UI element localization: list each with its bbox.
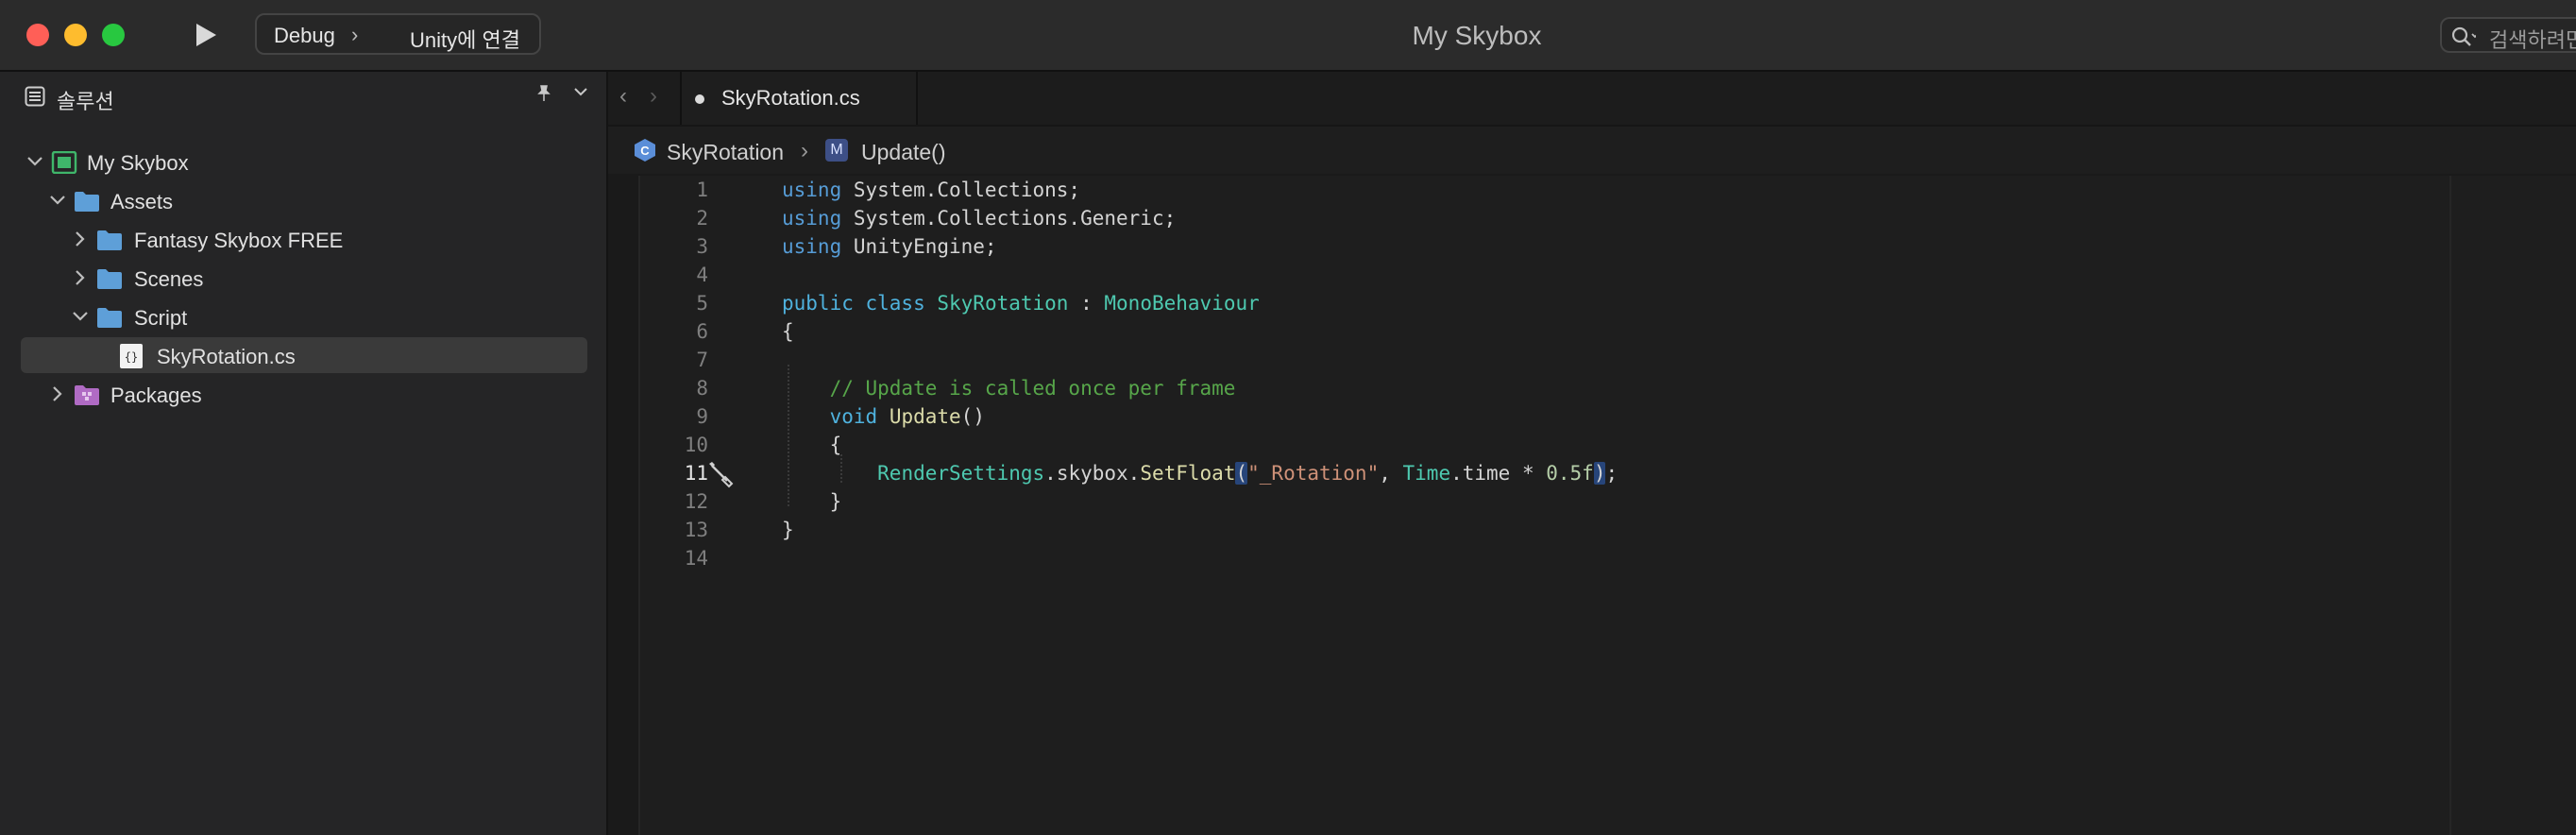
title-bar: Debug › Unity에 연결 My Skybox 검색하려면: [0, 0, 2576, 72]
code-line: using System.Collections;: [782, 179, 1081, 201]
tree-item-label: Fantasy Skybox FREE: [134, 229, 344, 252]
zoom-window-button[interactable]: [102, 24, 125, 46]
line-number: 1: [696, 179, 708, 201]
class-icon: C: [635, 139, 655, 162]
build-configuration-label[interactable]: Debug: [274, 24, 335, 48]
tree-item-label: My Skybox: [87, 151, 189, 175]
code-line-current: RenderSettings.skybox.SetFloat("_Rotatio…: [877, 462, 1618, 485]
minimize-window-button[interactable]: [64, 24, 87, 46]
folder-icon: [97, 230, 122, 250]
line-number: 14: [684, 547, 708, 570]
search-icon: [2451, 26, 2476, 46]
code-line: }: [782, 519, 794, 541]
quick-fix-wrench-icon[interactable]: [706, 460, 735, 488]
svg-text:{}: {}: [125, 350, 138, 364]
line-number: 7: [696, 349, 708, 371]
code-line: using UnityEngine;: [782, 235, 997, 258]
csharp-file-icon: {}: [120, 344, 143, 368]
chevron-right-icon[interactable]: [47, 383, 68, 404]
folder-icon: [75, 192, 99, 212]
breadcrumb-separator: ›: [801, 138, 808, 163]
unsaved-dot-icon: [695, 94, 704, 104]
code-line: using System.Collections.Generic;: [782, 207, 1177, 230]
chevron-down-icon[interactable]: [572, 83, 589, 106]
tree-item-label: Packages: [110, 383, 202, 407]
run-button[interactable]: [189, 19, 221, 51]
tab-bar: ‹ › SkyRotation.cs: [608, 72, 2576, 127]
code-line: {: [782, 320, 794, 343]
svg-text:C: C: [640, 144, 650, 158]
code-line: void Update(): [829, 405, 985, 428]
play-icon: [196, 24, 216, 46]
line-number: 2: [696, 207, 708, 230]
chevron-down-icon[interactable]: [47, 190, 68, 211]
chevron-right-icon: ›: [351, 23, 359, 46]
window-title: My Skybox: [1412, 21, 1542, 50]
search-placeholder: 검색하려면: [2489, 28, 2576, 52]
column-ruler: [2449, 176, 2451, 835]
tree-item-label: SkyRotation.cs: [157, 345, 296, 368]
chevron-down-icon[interactable]: [70, 306, 91, 327]
sidebar-header: 솔루션: [0, 72, 606, 125]
code-line: }: [782, 490, 842, 513]
nav-forward-button[interactable]: ›: [650, 83, 657, 110]
chevron-right-icon[interactable]: [70, 229, 91, 249]
editor-margin: [608, 176, 640, 835]
close-window-button[interactable]: [26, 24, 49, 46]
tab-label: SkyRotation.cs: [721, 86, 860, 110]
sidebar-title: 솔루션: [57, 90, 114, 113]
breadcrumb-method[interactable]: Update(): [861, 140, 945, 165]
line-number: 6: [696, 320, 708, 343]
pin-icon[interactable]: [536, 85, 551, 107]
tree-item-packages[interactable]: Packages: [21, 376, 587, 412]
line-number: 3: [696, 235, 708, 258]
solution-pad-icon: [25, 86, 45, 107]
folder-icon: [97, 308, 122, 328]
tree-item-script[interactable]: Script: [21, 298, 587, 334]
tree-item-assets[interactable]: Assets: [21, 182, 587, 218]
chevron-down-icon[interactable]: [25, 151, 45, 172]
nav-back-button[interactable]: ‹: [619, 83, 627, 110]
search-input[interactable]: 검색하려면: [2440, 17, 2576, 53]
tree-item-label: Scenes: [134, 267, 204, 291]
run-configuration-selector[interactable]: Debug › Unity에 연결: [255, 13, 541, 55]
breadcrumb-class[interactable]: SkyRotation: [667, 140, 784, 165]
solution-sidebar: 솔루션 My Skybox Assets Fantasy Skybox FREE: [0, 72, 608, 835]
tree-item-fantasy-skybox-free[interactable]: Fantasy Skybox FREE: [21, 221, 587, 257]
line-number: 5: [696, 292, 708, 315]
tree-item-skyrotation-cs[interactable]: {} SkyRotation.cs: [21, 337, 587, 373]
line-number: 9: [696, 405, 708, 428]
solution-icon: [51, 151, 77, 174]
code-editor: ‹ › SkyRotation.cs C SkyRotation › M Upd…: [608, 72, 2576, 835]
line-number: 12: [684, 490, 708, 513]
code-text-area[interactable]: using System.Collections; using System.C…: [782, 176, 2387, 835]
tree-item-scenes[interactable]: Scenes: [21, 260, 587, 296]
code-line: // Update is called once per frame: [782, 377, 1236, 400]
run-target-label[interactable]: Unity에 연결: [410, 24, 520, 54]
code-line: public class SkyRotation : MonoBehaviour: [782, 292, 1260, 315]
line-number: 13: [684, 519, 708, 541]
line-number-current: 11: [684, 462, 708, 485]
code-line: {: [782, 434, 842, 456]
line-number: 8: [696, 377, 708, 400]
folder-icon: [97, 269, 122, 289]
breadcrumb: C SkyRotation › M Update(): [608, 127, 2576, 176]
tree-item-label: Script: [134, 306, 188, 330]
chevron-right-icon[interactable]: [70, 267, 91, 288]
line-number: 10: [684, 434, 708, 456]
packages-folder-icon: [75, 385, 99, 405]
tree-item-my-skybox[interactable]: My Skybox: [21, 144, 587, 179]
method-icon: M: [825, 139, 848, 162]
tab-skyrotation-cs[interactable]: SkyRotation.cs: [680, 72, 918, 125]
line-number: 4: [696, 264, 708, 286]
tree-item-label: Assets: [110, 190, 174, 213]
